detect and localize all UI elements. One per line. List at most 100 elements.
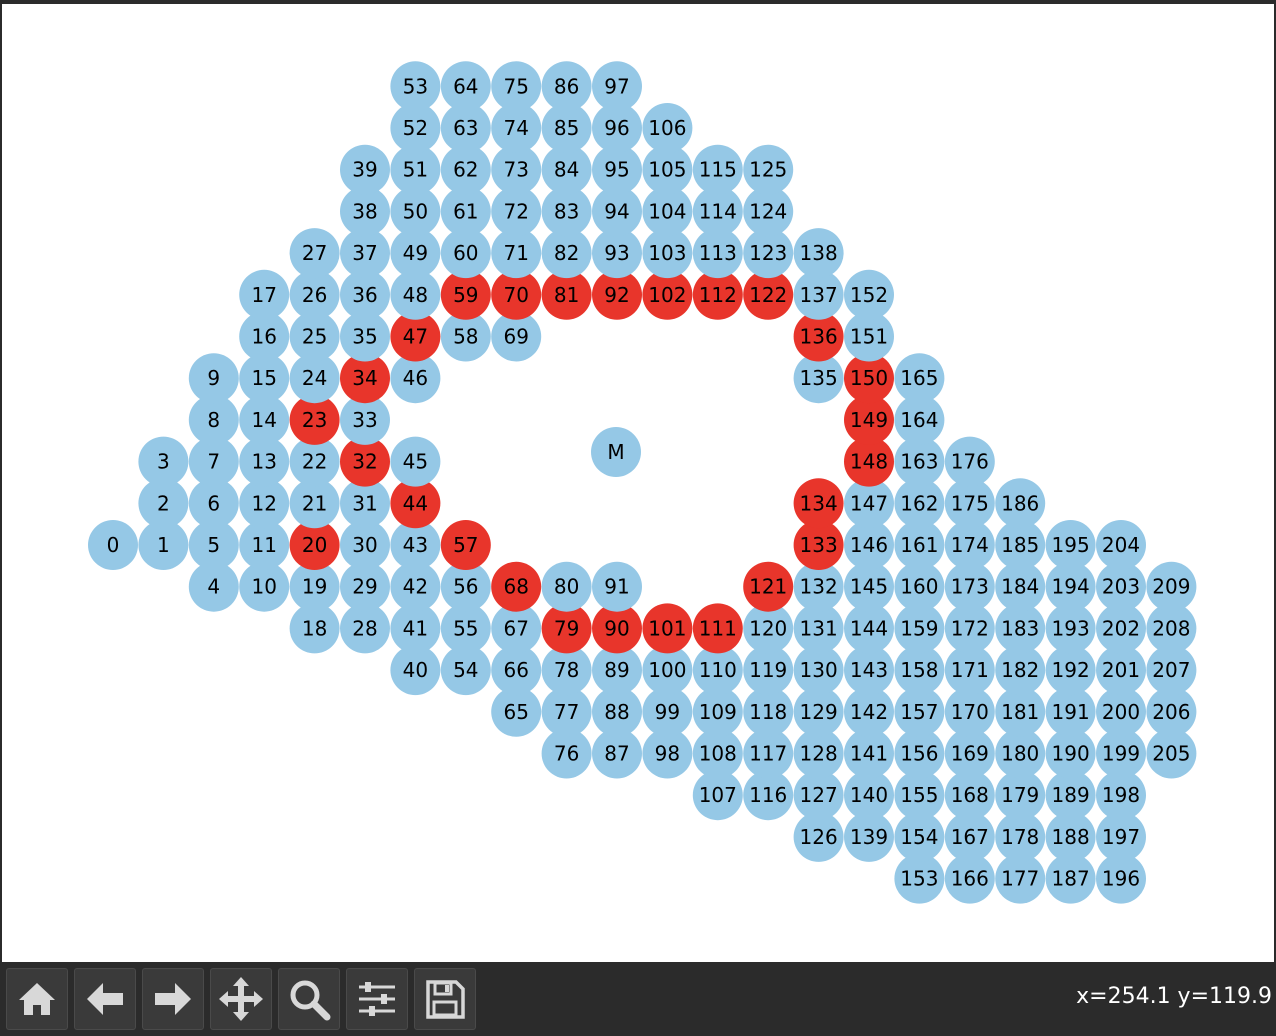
node-label: 35 [352,325,377,349]
node-label: 150 [850,366,888,390]
node-label: 183 [1001,616,1039,640]
node-68: 68 [491,561,542,612]
center-node: M [591,427,641,477]
node-label: 171 [951,658,989,682]
forward-button[interactable] [142,968,204,1030]
node-label: 61 [453,199,478,223]
node-label: 76 [554,742,579,766]
node-label: 100 [648,658,686,682]
node-label: 52 [403,116,428,140]
node-label: 188 [1052,825,1090,849]
node-label: 42 [403,575,428,599]
node-label: 166 [951,867,989,891]
node-label: 207 [1152,658,1190,682]
node-label: 135 [800,366,838,390]
home-button[interactable] [6,968,68,1030]
node-106: 106 [642,103,693,153]
node-label: 92 [604,283,629,307]
node-label: 64 [453,74,478,98]
node-label: 209 [1152,575,1190,599]
node-label: 59 [453,283,478,307]
node-label: 107 [699,783,737,807]
node-138: 138 [793,228,844,279]
node-label: 159 [900,616,938,640]
node-label: 30 [352,533,377,557]
node-label: 13 [251,450,276,474]
node-label: 120 [749,616,787,640]
floppy-disk-icon [426,980,465,1019]
node-label: 85 [554,116,579,140]
node-label: 69 [503,325,528,349]
node-86: 86 [541,61,592,112]
node-label: 118 [749,700,787,724]
node-label: 177 [1001,867,1039,891]
node-label: 202 [1102,616,1140,640]
node-label: 194 [1052,575,1090,599]
node-label: 204 [1102,533,1140,557]
node-label: 190 [1052,742,1090,766]
save-button[interactable] [414,968,476,1030]
node-label: 103 [648,241,686,265]
node-label: 77 [554,700,579,724]
node-label: 88 [604,700,629,724]
node-label: 179 [1001,783,1039,807]
node-75: 75 [491,61,542,112]
center-node-label: M [607,440,624,464]
node-label: 119 [749,658,787,682]
node-label: 29 [352,575,377,599]
node-label: 115 [699,158,737,182]
node-label: 198 [1102,783,1140,807]
node-label: 101 [648,616,686,640]
node-label: 44 [403,491,428,515]
figure-canvas[interactable]: 0 1 2 3 4 5 6 7 8 9 10 11 12 13 14 15 16 17 18 19 20 21 22 23 24… [2,4,1274,962]
node-17: 17 [239,269,290,320]
node-label: 205 [1152,742,1190,766]
pan-button[interactable] [210,968,272,1030]
node-label: 36 [352,283,377,307]
node-label: 11 [251,533,276,557]
node-label: 191 [1052,700,1090,724]
node-39: 39 [340,144,390,195]
node-label: 51 [403,158,428,182]
node-label: 43 [403,533,428,557]
arrow-right-icon [155,983,191,1015]
node-label: 206 [1152,700,1190,724]
node-label: 122 [749,283,787,307]
node-label: 17 [251,283,276,307]
node-label: 124 [749,199,787,223]
node-165: 165 [894,353,945,404]
node-label: 98 [655,742,680,766]
back-button[interactable] [74,968,136,1030]
node-label: 26 [302,283,327,307]
node-label: 78 [554,658,579,682]
navigation-toolbar: x=254.1 y=119.9 [0,962,1276,1036]
node-label: 175 [951,491,989,515]
node-45: 45 [390,436,441,487]
node-209: 209 [1146,561,1197,612]
node-label: 158 [900,658,938,682]
node-label: 151 [850,325,888,349]
node-label: 95 [604,158,629,182]
node-label: 109 [699,700,737,724]
node-label: 133 [800,533,838,557]
node-label: 31 [352,491,377,515]
node-label: 37 [352,241,377,265]
node-label: 141 [850,742,888,766]
zoom-button[interactable] [278,968,340,1030]
node-label: 91 [604,575,629,599]
node-label: 6 [207,491,220,515]
node-label: 60 [453,241,478,265]
node-label: 140 [850,783,888,807]
node-label: 106 [648,116,686,140]
node-label: 39 [352,158,377,182]
node-plot[interactable]: 0 123456789101112131415161718192021222324… [2,4,1274,962]
node-label: 117 [749,742,787,766]
node-0: 0 [88,520,138,570]
node-label: 184 [1001,575,1039,599]
node-label: 164 [900,408,938,432]
node-115: 115 [692,144,743,195]
node-label: 32 [352,450,377,474]
node-label: 176 [951,450,989,474]
node-label: 93 [604,241,629,265]
configure-subplots-button[interactable] [346,968,408,1030]
